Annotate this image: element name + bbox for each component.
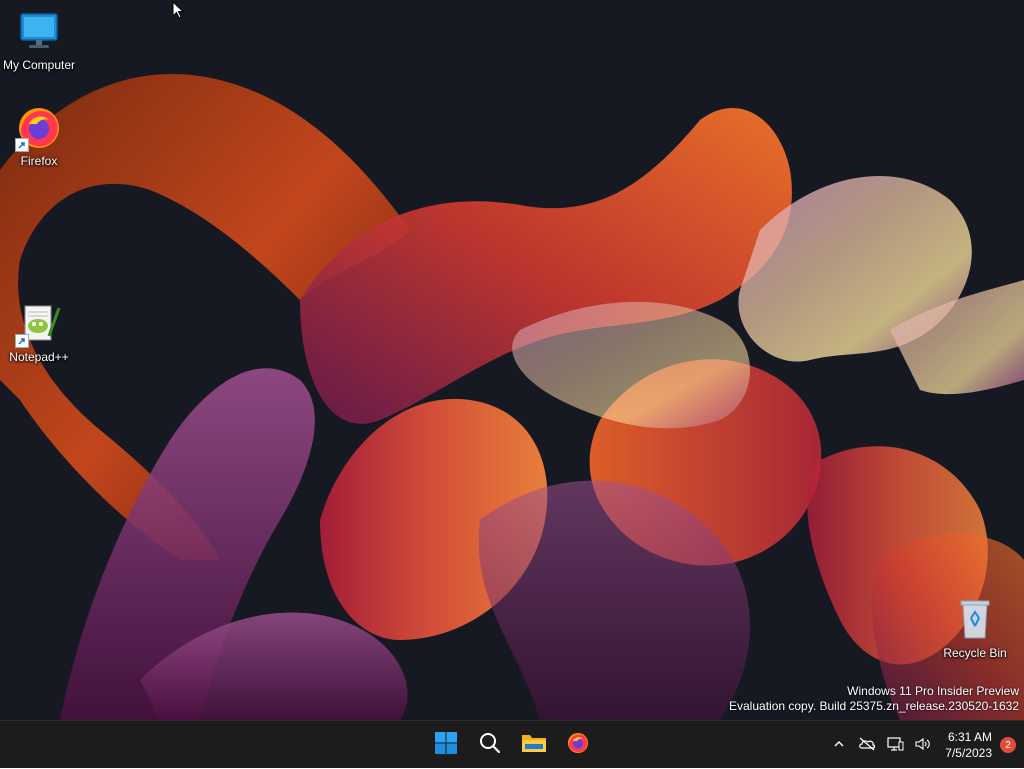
cloud-offline-icon bbox=[858, 737, 876, 754]
recycle-bin-icon bbox=[951, 596, 999, 644]
clock-button[interactable]: 6:31 AM 7/5/2023 bbox=[937, 729, 998, 761]
volume-button[interactable] bbox=[909, 725, 937, 765]
monitor-icon bbox=[15, 8, 63, 56]
shortcut-arrow-icon bbox=[15, 138, 29, 152]
onedrive-button[interactable] bbox=[853, 725, 881, 765]
desktop-icon-notepadpp[interactable]: Notepad++ bbox=[0, 300, 78, 364]
windows-start-icon bbox=[434, 731, 458, 760]
firefox-icon bbox=[15, 104, 63, 152]
evaluation-watermark: Windows 11 Pro Insider Preview Evaluatio… bbox=[729, 684, 1019, 714]
notepadpp-icon bbox=[15, 300, 63, 348]
speaker-icon bbox=[914, 737, 932, 754]
firefox-taskbar-button[interactable] bbox=[556, 725, 600, 765]
show-hidden-icons-button[interactable] bbox=[825, 725, 853, 765]
file-explorer-button[interactable] bbox=[512, 725, 556, 765]
notification-badge[interactable]: 2 bbox=[1000, 737, 1016, 753]
clock-date: 7/5/2023 bbox=[945, 746, 992, 760]
search-icon bbox=[478, 731, 502, 760]
clock-time: 6:31 AM bbox=[947, 730, 992, 744]
desktop-icon-label: Notepad++ bbox=[9, 350, 69, 364]
firefox-icon bbox=[566, 731, 590, 760]
desktop-icon-recycle-bin[interactable]: Recycle Bin bbox=[936, 596, 1014, 660]
desktop-icon-label: My Computer bbox=[2, 58, 76, 72]
folder-icon bbox=[521, 731, 547, 760]
chevron-up-icon bbox=[833, 738, 845, 753]
system-tray: 6:31 AM 7/5/2023 2 bbox=[825, 721, 1016, 769]
desktop-icon-firefox[interactable]: Firefox bbox=[0, 104, 78, 168]
watermark-line-2: Evaluation copy. Build 25375.zn_release.… bbox=[729, 699, 1019, 713]
search-button[interactable] bbox=[468, 725, 512, 765]
network-icon bbox=[886, 736, 904, 755]
start-button[interactable] bbox=[424, 725, 468, 765]
wallpaper bbox=[0, 0, 1024, 720]
desktop-icon-label: Recycle Bin bbox=[943, 646, 1007, 660]
desktop-icon-my-computer[interactable]: My Computer bbox=[0, 8, 78, 72]
desktop-icon-label: Firefox bbox=[20, 154, 58, 168]
mouse-cursor-icon bbox=[172, 0, 185, 24]
watermark-line-1: Windows 11 Pro Insider Preview bbox=[847, 684, 1019, 698]
taskbar-pinned-apps bbox=[424, 721, 600, 769]
taskbar: 6:31 AM 7/5/2023 2 bbox=[0, 720, 1024, 768]
network-button[interactable] bbox=[881, 725, 909, 765]
desktop[interactable]: My Computer Firefox Notepad++ Recycle Bi… bbox=[0, 0, 1024, 720]
shortcut-arrow-icon bbox=[15, 334, 29, 348]
